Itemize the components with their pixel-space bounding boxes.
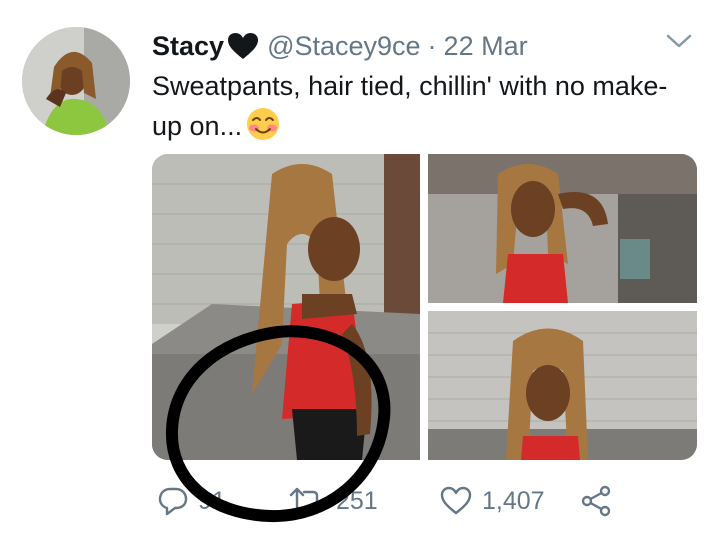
display-name[interactable]: Stacy [152, 31, 224, 62]
share-button[interactable] [580, 485, 612, 517]
media-grid [152, 154, 697, 460]
tweet-text: Sweatpants, hair tied, chillin' with no … [152, 66, 672, 146]
action-bar: 91 251 1,407 [152, 478, 622, 524]
photo-2-image [428, 154, 697, 303]
avatar[interactable] [22, 27, 130, 135]
photo-1-image [152, 154, 420, 460]
tweet-header: Stacy @Stacey9ce · 22 Mar [152, 28, 528, 64]
tweet-date[interactable]: 22 Mar [444, 31, 528, 62]
reply-icon [158, 487, 188, 516]
separator-dot: · [427, 30, 437, 61]
reply-count: 91 [198, 486, 226, 515]
photo-2[interactable] [428, 154, 697, 303]
photo-1[interactable] [152, 154, 420, 460]
like-count: 1,407 [482, 486, 545, 515]
photo-3[interactable] [428, 311, 697, 460]
photo-3-image [428, 311, 697, 460]
avatar-photo [22, 27, 130, 135]
like-button[interactable]: 1,407 [440, 486, 545, 516]
tweet-text-content: Sweatpants, hair tied, chillin' with no … [152, 71, 668, 141]
like-icon [440, 486, 472, 515]
reply-button[interactable]: 91 [158, 486, 226, 516]
share-icon [581, 485, 611, 517]
retweet-count: 251 [336, 486, 378, 515]
chevron-down-icon[interactable] [664, 30, 694, 52]
retweet-button[interactable]: 251 [288, 486, 378, 516]
smiling-face-emoji [247, 108, 280, 140]
tweet-card[interactable]: Stacy @Stacey9ce · 22 Mar Sweatpants, ha… [0, 0, 720, 542]
user-handle[interactable]: @Stacey9ce [267, 31, 420, 62]
retweet-icon [289, 487, 325, 515]
black-heart-icon [228, 33, 259, 59]
